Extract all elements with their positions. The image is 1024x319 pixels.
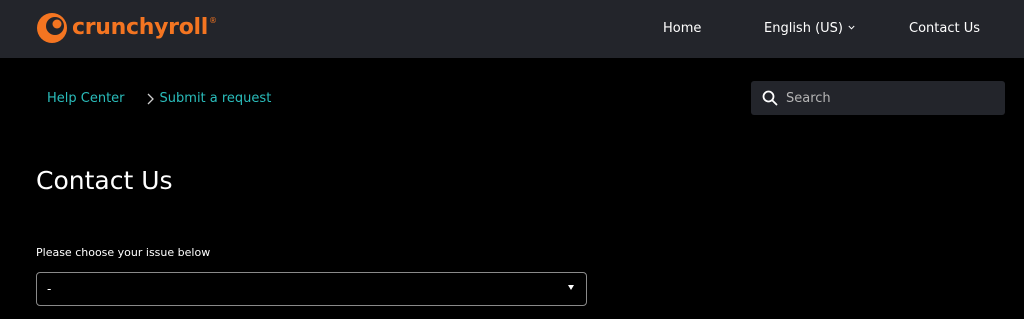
search-box[interactable] xyxy=(751,81,1005,115)
logo-wordmark: crunchyroll xyxy=(72,15,209,40)
breadcrumb: Help Center Submit a request xyxy=(47,90,271,107)
language-label: English (US) xyxy=(764,21,843,36)
search-icon xyxy=(762,90,778,106)
page-title: Contact Us xyxy=(36,166,173,195)
nav-home-link[interactable]: Home xyxy=(663,20,701,37)
crunchyroll-logo-icon xyxy=(37,13,67,43)
breadcrumb-submit-request[interactable]: Submit a request xyxy=(160,90,272,107)
issue-select-value: - xyxy=(47,282,52,296)
nav-contact-link[interactable]: Contact Us xyxy=(909,20,980,37)
issue-select-label: Please choose your issue below xyxy=(36,246,211,259)
registered-mark: ® xyxy=(209,16,218,25)
language-selector[interactable]: English (US) xyxy=(764,20,855,37)
caret-down-icon xyxy=(568,285,574,290)
breadcrumb-help-center[interactable]: Help Center xyxy=(47,90,125,107)
search-input[interactable] xyxy=(786,83,996,113)
site-header: crunchyroll ® Home English (US) Contact … xyxy=(0,0,1024,58)
crunchyroll-logo[interactable]: crunchyroll ® xyxy=(36,12,217,44)
issue-select[interactable]: - xyxy=(36,272,587,306)
chevron-down-icon xyxy=(848,18,855,35)
chevron-right-icon xyxy=(147,93,154,105)
